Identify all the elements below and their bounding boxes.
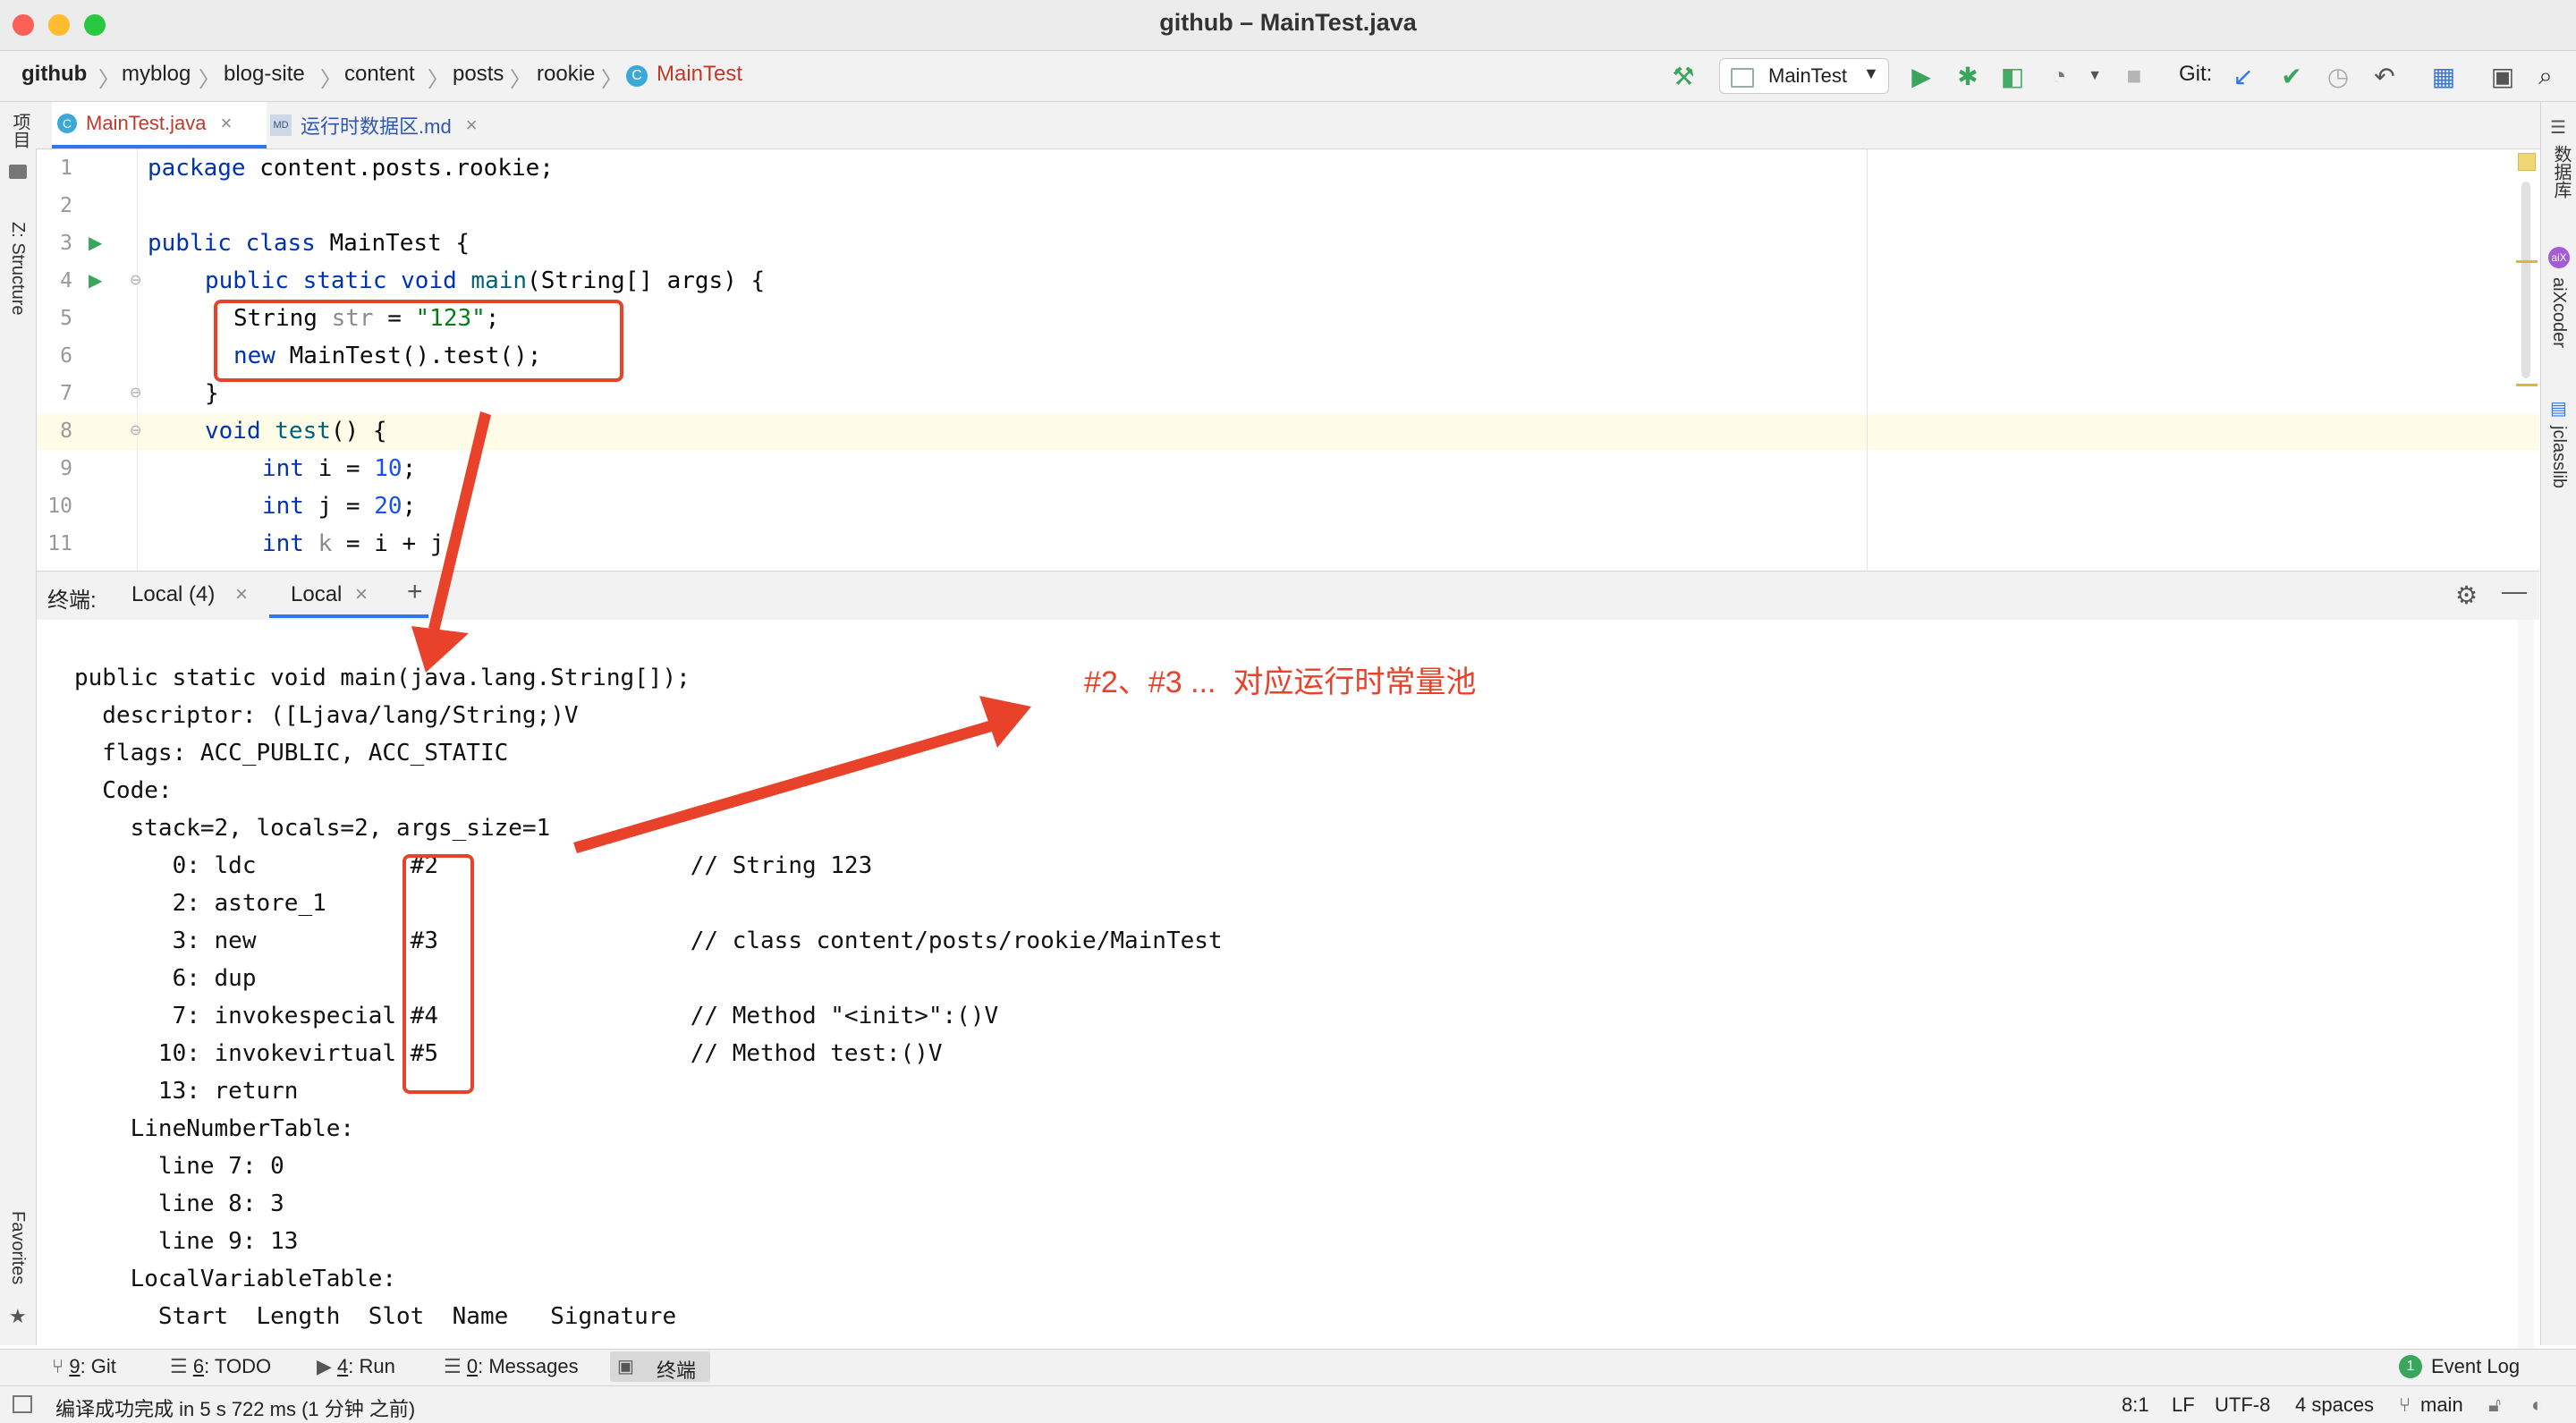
event-log-badge: 1 <box>2399 1355 2422 1378</box>
run-icon: ▶ <box>317 1355 338 1377</box>
event-log-button[interactable]: Event Log <box>2431 1355 2520 1378</box>
messages-tool-button[interactable]: ☰ 0: Messages <box>444 1355 579 1378</box>
terminal-icon: ▣ <box>617 1357 634 1376</box>
branch-icon: ⑂ <box>2399 1393 2411 1416</box>
todo-tool-button[interactable]: ☰ 6: TODO <box>170 1355 271 1378</box>
git-tool-button[interactable]: ⑂ 9: Git <box>52 1355 116 1378</box>
caret-position[interactable]: 8:1 <box>2122 1393 2149 1417</box>
arrow-right-shaft <box>573 721 992 853</box>
branch-icon: ⑂ <box>52 1355 70 1377</box>
git-branch[interactable]: main <box>2420 1393 2463 1417</box>
terminal-tool-label: 终端 <box>657 1359 697 1382</box>
toggle-panels-icon[interactable] <box>13 1395 32 1413</box>
status-bar: 编译成功完成 in 5 s 722 ms (1 分钟 之前) 8:1 LF UT… <box>0 1385 2576 1423</box>
file-encoding[interactable]: UTF-8 <box>2215 1393 2270 1417</box>
inspector-icon[interactable]: ◐ <box>2531 1393 2543 1417</box>
terminal-tool-button[interactable]: ▣ 终端 <box>610 1351 710 1382</box>
arrow-down-head <box>411 626 469 673</box>
status-message: 编译成功完成 in 5 s 722 ms (1 分钟 之前) <box>55 1398 416 1420</box>
bottom-tool-bar: ⑂ 9: Git ☰ 6: TODO ▶ 4: Run ☰ 0: Message… <box>0 1349 2576 1385</box>
annotation-arrows <box>411 411 1031 853</box>
arrow-down-shaft <box>428 411 491 631</box>
indent-setting[interactable]: 4 spaces <box>2295 1393 2374 1417</box>
lock-icon[interactable]: 🔓︎ <box>2488 1393 2501 1417</box>
run-tool-button[interactable]: ▶ 4: Run <box>317 1355 395 1378</box>
messages-icon: ☰ <box>444 1355 467 1377</box>
line-separator[interactable]: LF <box>2172 1393 2195 1417</box>
list-icon: ☰ <box>170 1355 193 1377</box>
